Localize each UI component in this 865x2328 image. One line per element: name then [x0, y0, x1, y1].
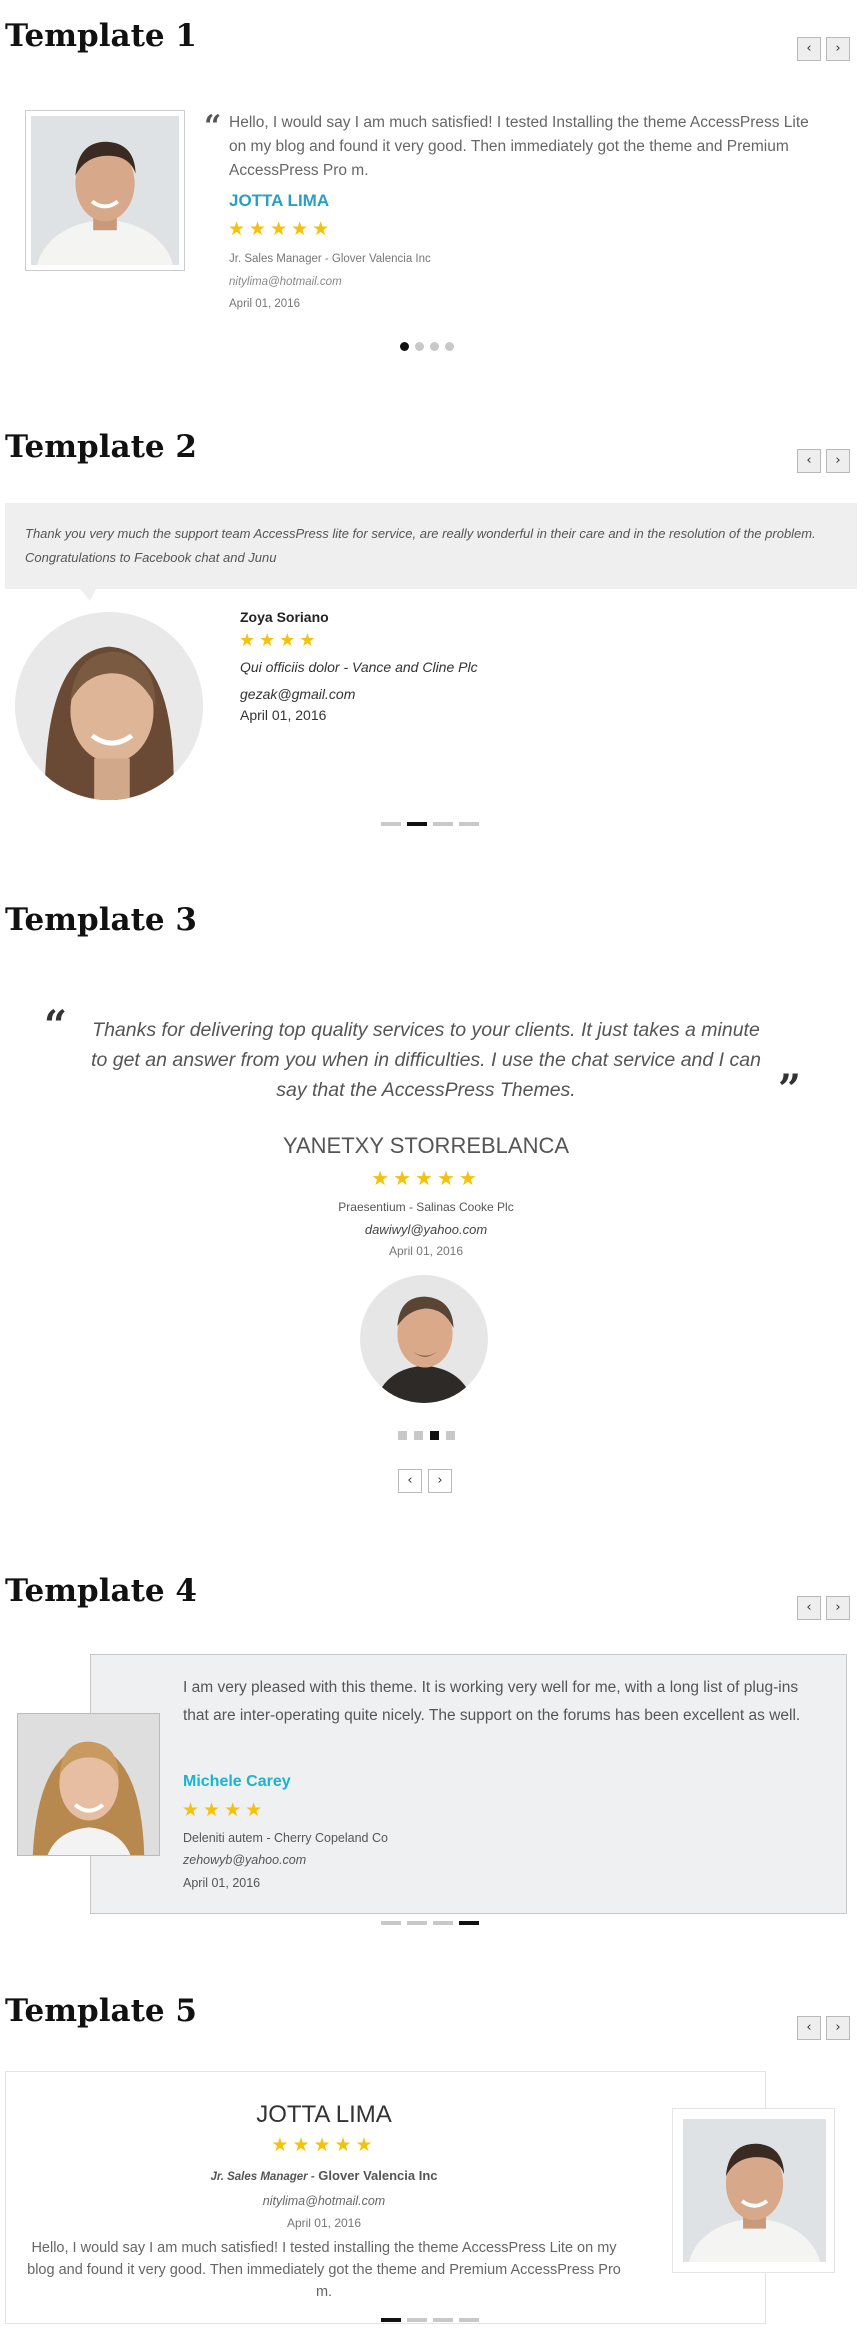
t4-prev-button[interactable]: ‹: [797, 1596, 821, 1620]
t1-avatar: [25, 110, 185, 271]
t2-author-position: Qui officiis dolor - Vance and Cline Plc: [240, 659, 478, 675]
t1-star-rating: ★★★★★: [228, 218, 334, 240]
t5-avatar-frame: [672, 2108, 835, 2273]
t4-pager-bar[interactable]: [459, 1921, 479, 1925]
t4-avatar: [17, 1713, 160, 1856]
t2-prev-button[interactable]: ‹: [797, 449, 821, 473]
t4-pager-bar[interactable]: [433, 1921, 453, 1925]
t2-next-button[interactable]: ›: [826, 449, 850, 473]
t1-next-button[interactable]: ›: [826, 37, 850, 61]
t3-pager-square[interactable]: [446, 1431, 455, 1440]
t4-pager-bar[interactable]: [407, 1921, 427, 1925]
t5-author-company: Glover Valencia Inc: [318, 2168, 438, 2183]
t5-pager-bar[interactable]: [381, 2318, 401, 2322]
t4-author-position: Deleniti autem - Cherry Copeland Co: [183, 1831, 388, 1845]
t4-author-email: zehowyb@yahoo.com: [183, 1853, 307, 1867]
t1-author-email: nitylima@hotmail.com: [229, 276, 342, 288]
quote-close-icon: ”: [778, 1066, 802, 1113]
t2-date: April 01, 2016: [240, 707, 327, 723]
t2-pager-bar[interactable]: [459, 822, 479, 826]
t5-author-role: Jr. Sales Manager -: [210, 2171, 315, 2183]
t1-author-name: JOTTA LIMA: [229, 191, 330, 210]
quote-open-icon: “: [44, 1002, 68, 1049]
t5-pager-bar[interactable]: [459, 2318, 479, 2322]
t2-pager-bar[interactable]: [433, 822, 453, 826]
t5-avatar: [683, 2119, 826, 2262]
t3-date: April 01, 2016: [388, 1244, 464, 1258]
t2-pager-bar[interactable]: [407, 822, 427, 826]
quote-open-icon: “: [204, 109, 222, 144]
t3-testimonial-text: Thanks for delivering top quality servic…: [91, 1019, 761, 1101]
t4-testimonial-text: I am very pleased with this theme. It is…: [183, 1679, 801, 1724]
template-5-heading: Template 5: [5, 1993, 197, 2029]
t3-prev-button[interactable]: ‹: [398, 1469, 422, 1493]
t1-date: April 01, 2016: [229, 298, 300, 310]
t3-pager-square[interactable]: [430, 1431, 439, 1440]
template-4-heading: Template 4: [5, 1573, 197, 1609]
t5-next-button[interactable]: ›: [826, 2016, 850, 2040]
t1-pager-dot[interactable]: [430, 342, 439, 351]
t3-star-rating: ★★★★★: [371, 1166, 481, 1190]
t3-pager-square[interactable]: [398, 1431, 407, 1440]
t5-author-email: nitylima@hotmail.com: [262, 2194, 386, 2208]
t5-star-rating: ★★★★★: [271, 2134, 377, 2156]
t3-author-name: YANETXY STORREBLANCA: [282, 1133, 570, 1158]
t1-pager-dot[interactable]: [445, 342, 454, 351]
t2-speech-pointer: [80, 589, 96, 601]
t2-pager-bar[interactable]: [381, 822, 401, 826]
t5-author-name: JOTTA LIMA: [256, 2101, 392, 2128]
t3-author-email: dawiwyl@yahoo.com: [364, 1222, 488, 1237]
t4-star-rating: ★★★★: [182, 1799, 267, 1821]
t1-pager-dot[interactable]: [415, 342, 424, 351]
t4-author-name: Michele Carey: [183, 1773, 291, 1790]
t3-pager-square[interactable]: [414, 1431, 423, 1440]
t3-next-button[interactable]: ›: [428, 1469, 452, 1493]
t1-pager-dot[interactable]: [400, 342, 409, 351]
t4-next-button[interactable]: ›: [826, 1596, 850, 1620]
t5-pager-bar[interactable]: [433, 2318, 453, 2322]
t4-pager-bar[interactable]: [381, 1921, 401, 1925]
t5-testimonial-text: Hello, I would say I am much satisfied! …: [27, 2240, 621, 2300]
template-3-heading: Template 3: [5, 902, 197, 938]
t2-star-rating: ★★★★: [239, 630, 320, 651]
template-1-heading: Template 1: [5, 18, 197, 54]
t1-testimonial-text: Hello, I would say I am much satisfied! …: [229, 114, 809, 179]
t5-prev-button[interactable]: ‹: [797, 2016, 821, 2040]
template-2-heading: Template 2: [5, 429, 197, 465]
t2-avatar: [15, 612, 203, 800]
t2-author-name: Zoya Soriano: [240, 609, 329, 625]
t5-date: April 01, 2016: [286, 2216, 362, 2230]
t2-testimonial-text: Thank you very much the support team Acc…: [25, 526, 816, 565]
t1-prev-button[interactable]: ‹: [797, 37, 821, 61]
t2-quote-box: Thank you very much the support team Acc…: [5, 503, 857, 589]
t5-author-position: Jr. Sales Manager - Glover Valencia Inc: [5, 2168, 643, 2183]
t5-pager-bar[interactable]: [407, 2318, 427, 2322]
t3-avatar: [360, 1275, 488, 1403]
t3-author-position: Praesentium - Salinas Cooke Plc: [338, 1200, 514, 1214]
t4-date: April 01, 2016: [183, 1876, 261, 1890]
t2-author-email: gezak@gmail.com: [240, 686, 356, 702]
t1-author-position: Jr. Sales Manager - Glover Valencia Inc: [229, 253, 431, 265]
